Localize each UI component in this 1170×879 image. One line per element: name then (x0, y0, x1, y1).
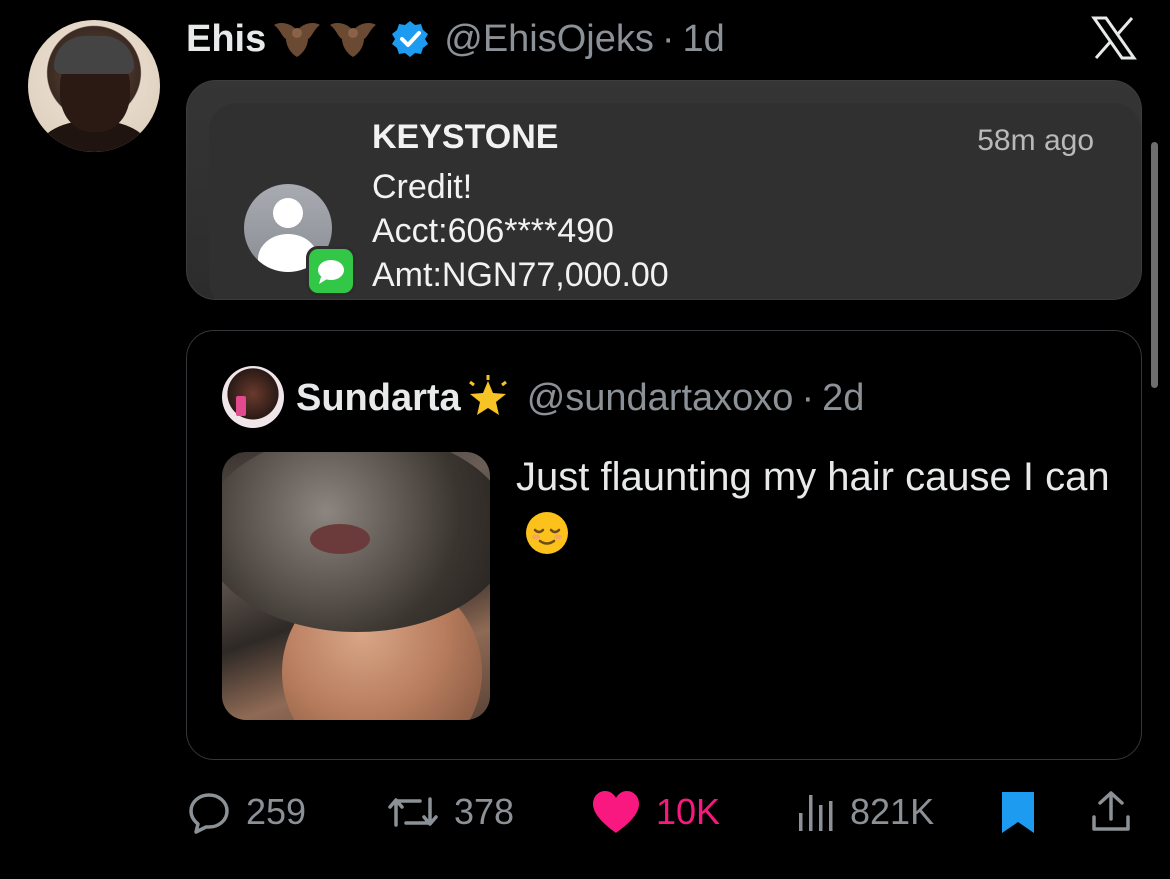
messages-icon (306, 246, 356, 296)
quoted-author-handle[interactable]: @sundartaxoxo (527, 377, 794, 420)
x-logo-icon (1091, 16, 1137, 60)
share-button[interactable] (1088, 780, 1134, 844)
repost-icon (388, 797, 438, 827)
like-count: 10K (656, 791, 721, 832)
quoted-tweet-header: Sundarta @sundartaxoxo · 2d (296, 372, 864, 424)
tweet-header: Ehis @EhisOjeks · 1d (186, 14, 725, 64)
notification-line: Acct:606****490 (372, 212, 614, 250)
reply-button[interactable]: 259 (186, 780, 306, 844)
heart-icon (593, 791, 639, 833)
repost-count: 378 (454, 791, 515, 832)
share-icon (1092, 791, 1130, 831)
notification-line: Amt:NGN77,000.00 (372, 256, 669, 294)
repost-button[interactable]: 378 (386, 780, 514, 844)
separator-dot: · (801, 376, 815, 419)
bookmark-button[interactable] (998, 780, 1038, 844)
quoted-author-avatar[interactable] (222, 366, 284, 428)
scrollbar[interactable] (1151, 142, 1158, 388)
author-avatar[interactable] (28, 20, 160, 152)
quoted-tweet-text: Just flaunting my hair cause I can (516, 448, 1116, 564)
bat-emoji-icon (274, 23, 321, 57)
relieved-face-emoji-icon (526, 512, 568, 554)
separator-dot: · (661, 17, 675, 60)
tweet-action-bar: 259 378 10K 821K (0, 780, 1170, 844)
tweet-time[interactable]: 1d (683, 18, 725, 61)
reply-icon (189, 793, 229, 834)
like-button[interactable]: 10K (590, 780, 720, 844)
bookmark-icon (1002, 792, 1034, 833)
quoted-tweet-body: Just flaunting my hair cause I can (516, 455, 1110, 499)
views-chart-icon (799, 795, 833, 831)
notification-line: Credit! (372, 168, 473, 206)
views-count: 821K (850, 791, 935, 832)
quoted-tweet-time[interactable]: 2d (822, 377, 864, 420)
quoted-tweet-photo[interactable] (222, 452, 490, 720)
author-handle[interactable]: @EhisOjeks (444, 18, 654, 61)
glowing-star-emoji-icon (468, 375, 507, 415)
quoted-author-name[interactable]: Sundarta (296, 377, 461, 420)
notification-time: 58m ago (977, 124, 1094, 157)
notification-sender: KEYSTONE (372, 118, 559, 156)
author-name[interactable]: Ehis (186, 18, 266, 61)
reply-count: 259 (246, 791, 307, 832)
bat-emoji-icon (330, 23, 377, 57)
views-button[interactable]: 821K (796, 780, 934, 844)
verified-badge-icon (392, 21, 429, 57)
